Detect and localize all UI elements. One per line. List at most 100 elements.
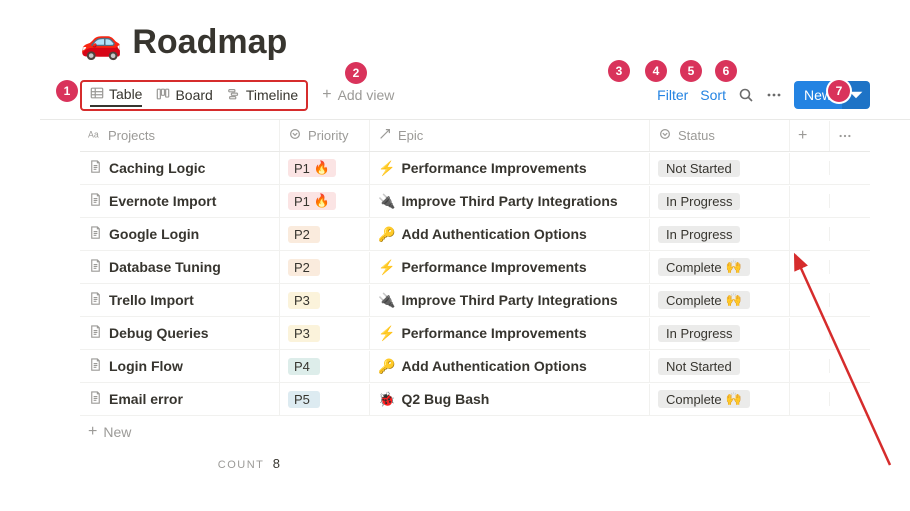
cell-priority[interactable]: P5 — [280, 384, 370, 415]
count-label: COUNT — [218, 459, 264, 471]
tab-board[interactable]: Board — [156, 87, 212, 104]
cell-epic[interactable]: ⚡ Performance Improvements — [370, 318, 650, 349]
cell-name[interactable]: Debug Queries — [80, 317, 280, 349]
cell-status[interactable]: Complete🙌 — [650, 251, 790, 283]
table-row[interactable]: Email error P5 🐞 Q2 Bug Bash Complete🙌 — [80, 383, 870, 416]
select-prop-icon — [288, 127, 302, 144]
more-button[interactable] — [766, 87, 782, 103]
table-row[interactable]: Login Flow P4 🔑 Add Authentication Optio… — [80, 350, 870, 383]
epic-icon: ⚡ — [378, 325, 395, 342]
views-switcher: Table Board Timeline — [80, 80, 308, 111]
cell-name[interactable]: Database Tuning — [80, 251, 280, 283]
search-icon — [738, 87, 754, 103]
page-icon — [88, 291, 103, 309]
relation-prop-icon — [378, 127, 392, 144]
cell-name[interactable]: Evernote Import — [80, 185, 280, 217]
cell-status[interactable]: Not Started — [650, 153, 790, 184]
annotation-3: 3 — [608, 60, 630, 82]
cell-priority[interactable]: P4 — [280, 351, 370, 382]
cell-priority[interactable]: P1🔥 — [280, 152, 370, 184]
page-title[interactable]: 🚗 Roadmap — [80, 25, 870, 59]
cell-priority[interactable]: P2 — [280, 219, 370, 250]
board-icon — [156, 87, 170, 104]
roadmap-table: Aa Projects Priority Epic Status + — [80, 120, 870, 471]
page-icon — [88, 192, 103, 210]
status-tag: Not Started — [658, 358, 740, 375]
cell-status[interactable]: Complete🙌 — [650, 284, 790, 316]
col-priority[interactable]: Priority — [280, 120, 370, 151]
search-button[interactable] — [738, 87, 754, 103]
col-status[interactable]: Status — [650, 120, 790, 151]
status-tag: Complete🙌 — [658, 258, 750, 276]
cell-name[interactable]: Email error — [80, 383, 280, 415]
cell-epic[interactable]: 🔌 Improve Third Party Integrations — [370, 186, 650, 217]
cell-status[interactable]: Not Started — [650, 351, 790, 382]
priority-tag: P5 — [288, 391, 320, 408]
status-tag: Complete🙌 — [658, 390, 750, 408]
cell-epic[interactable]: 🔑 Add Authentication Options — [370, 219, 650, 250]
more-icon — [766, 87, 782, 103]
table-options-button[interactable] — [830, 122, 860, 150]
page-icon — [88, 159, 103, 177]
cell-epic[interactable]: ⚡ Performance Improvements — [370, 153, 650, 184]
cell-name[interactable]: Trello Import — [80, 284, 280, 316]
table-row[interactable]: Evernote Import P1🔥 🔌 Improve Third Part… — [80, 185, 870, 218]
cell-priority[interactable]: P3 — [280, 285, 370, 316]
cell-priority[interactable]: P3 — [280, 318, 370, 349]
filter-button[interactable]: Filter — [657, 87, 688, 103]
cell-epic[interactable]: 🔑 Add Authentication Options — [370, 351, 650, 382]
table-row[interactable]: Trello Import P3 🔌 Improve Third Party I… — [80, 284, 870, 317]
table-row[interactable]: Database Tuning P2 ⚡ Performance Improve… — [80, 251, 870, 284]
cell-epic[interactable]: ⚡ Performance Improvements — [370, 252, 650, 283]
cell-priority[interactable]: P2 — [280, 252, 370, 283]
priority-tag: P2 — [288, 226, 320, 243]
sort-button[interactable]: Sort — [700, 87, 726, 103]
add-column-button[interactable]: + — [790, 121, 830, 151]
table-row[interactable]: Caching Logic P1🔥 ⚡ Performance Improvem… — [80, 152, 870, 185]
priority-tag: P3 — [288, 292, 320, 309]
title-prop-icon: Aa — [88, 127, 102, 144]
status-tag: In Progress — [658, 193, 740, 210]
priority-tag: P1🔥 — [288, 159, 336, 177]
tab-table-label: Table — [109, 86, 142, 102]
cell-name[interactable]: Google Login — [80, 218, 280, 250]
table-row[interactable]: Google Login P2 🔑 Add Authentication Opt… — [80, 218, 870, 251]
cell-status[interactable]: In Progress — [650, 219, 790, 250]
priority-tag: P2 — [288, 259, 320, 276]
priority-tag: P3 — [288, 325, 320, 342]
epic-label: Performance Improvements — [401, 325, 586, 341]
cell-priority[interactable]: P1🔥 — [280, 185, 370, 217]
cell-status[interactable]: In Progress — [650, 318, 790, 349]
more-icon — [838, 129, 852, 143]
epic-icon: ⚡ — [378, 259, 395, 276]
epic-icon: 🔑 — [378, 226, 395, 243]
add-view-button[interactable]: + Add view — [322, 87, 394, 103]
add-row-button[interactable]: + New — [80, 416, 870, 448]
page-icon — [88, 225, 103, 243]
cell-epic[interactable]: 🐞 Q2 Bug Bash — [370, 384, 650, 415]
cell-status[interactable]: Complete🙌 — [650, 383, 790, 415]
tab-table[interactable]: Table — [90, 86, 142, 107]
cell-name[interactable]: Login Flow — [80, 350, 280, 382]
priority-tag: P4 — [288, 358, 320, 375]
table-row[interactable]: Debug Queries P3 ⚡ Performance Improveme… — [80, 317, 870, 350]
cell-epic[interactable]: 🔌 Improve Third Party Integrations — [370, 285, 650, 316]
epic-icon: 🔑 — [378, 358, 395, 375]
epic-label: Performance Improvements — [401, 160, 586, 176]
svg-text:Aa: Aa — [88, 130, 99, 140]
row-name: Caching Logic — [109, 160, 205, 176]
table-icon — [90, 86, 104, 103]
epic-label: Add Authentication Options — [401, 358, 586, 374]
col-epic[interactable]: Epic — [370, 120, 650, 151]
col-projects[interactable]: Aa Projects — [80, 120, 280, 151]
epic-icon: 🔌 — [378, 193, 395, 210]
tab-timeline[interactable]: Timeline — [227, 87, 298, 104]
cell-status[interactable]: In Progress — [650, 186, 790, 217]
count-summary[interactable]: COUNT 8 — [80, 448, 280, 471]
add-view-label: Add view — [338, 87, 395, 103]
row-name: Database Tuning — [109, 259, 221, 275]
epic-label: Improve Third Party Integrations — [401, 193, 617, 209]
epic-icon: 🐞 — [378, 391, 395, 408]
cell-name[interactable]: Caching Logic — [80, 152, 280, 184]
page-icon — [88, 357, 103, 375]
